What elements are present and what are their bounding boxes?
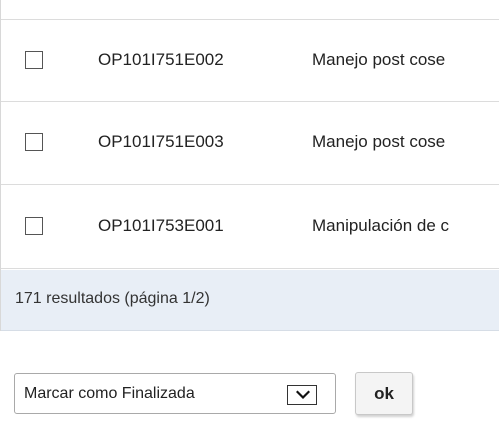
row-code: OP101I751E002 [98, 50, 224, 69]
chevron-down-icon [296, 390, 310, 400]
row-description: Manejo post cose [312, 50, 446, 69]
table-row: OP101I753E001 Manipulación de c [1, 186, 499, 269]
row-checkbox[interactable] [25, 51, 43, 69]
results-summary: 171 resultados (página 1/2) [15, 290, 210, 307]
row-code: OP101I753E001 [98, 216, 224, 235]
row-checkbox[interactable] [25, 133, 43, 151]
page: OP101I751E002 Manejo post cose OP101I751… [0, 0, 499, 448]
bulk-action-select[interactable]: Marcar como Finalizada [14, 373, 336, 414]
table-row: OP101I751E003 Manejo post cose [1, 102, 499, 185]
row-description: Manipulación de c [312, 216, 450, 235]
row-description: Manejo post cose [312, 132, 446, 151]
ok-button[interactable]: ok [355, 372, 413, 415]
results-table: OP101I751E002 Manejo post cose OP101I751… [0, 0, 499, 331]
results-summary-bar: 171 resultados (página 1/2) [1, 270, 499, 331]
row-code: OP101I751E003 [98, 132, 224, 151]
row-checkbox[interactable] [25, 217, 43, 235]
bulk-action-selected-value: Marcar como Finalizada [24, 385, 195, 402]
dropdown-toggle[interactable] [287, 385, 317, 405]
table-row: OP101I751E002 Manejo post cose [1, 19, 499, 102]
